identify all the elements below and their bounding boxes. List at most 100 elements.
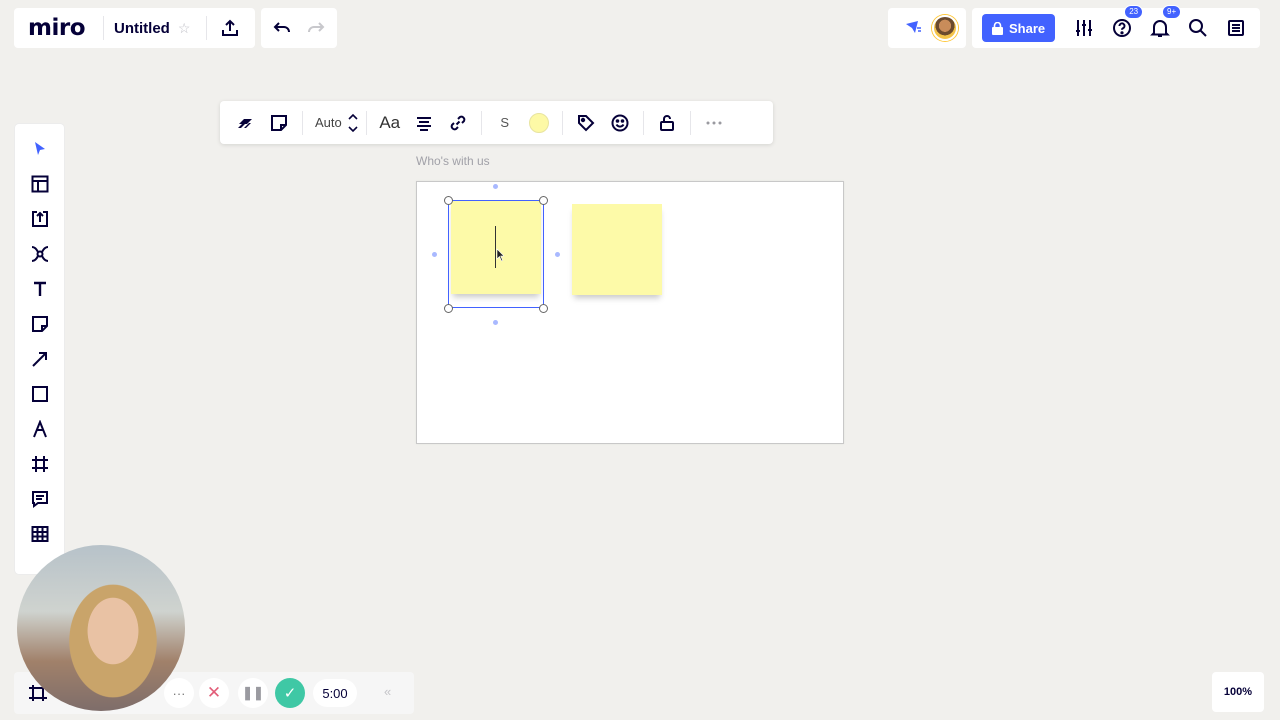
bring-everyone-button[interactable] [896, 11, 930, 45]
undo-redo-panel [261, 8, 337, 48]
board-menu-panel [1212, 8, 1260, 48]
toolbar-divider [561, 110, 563, 135]
connection-point[interactable] [493, 320, 498, 325]
zoom-level[interactable]: 100% [1212, 672, 1264, 712]
mouse-cursor-icon [496, 248, 504, 262]
cursor-follow-icon [906, 21, 921, 33]
lock-icon [992, 21, 1003, 35]
header-divider [103, 16, 104, 40]
undo-icon [273, 22, 290, 33]
document-list-icon [1228, 20, 1244, 36]
lock-icon [659, 114, 674, 131]
sticky-shape-button[interactable] [262, 106, 296, 140]
pen-icon [32, 420, 47, 438]
connector-tool[interactable] [20, 342, 60, 376]
miro-logo[interactable]: miro [28, 15, 86, 41]
font-size-button[interactable]: S [488, 115, 522, 130]
template-icon [31, 175, 48, 193]
frame-tool[interactable] [20, 447, 60, 481]
export-button[interactable] [213, 11, 247, 45]
actions-panel: Share 23 9+ [972, 5, 1226, 48]
board-title[interactable]: Untitled [114, 20, 170, 37]
connection-point[interactable] [555, 252, 560, 257]
toolbar-divider [302, 110, 303, 135]
color-swatch [528, 112, 549, 133]
align-button[interactable] [407, 106, 441, 140]
emoji-icon [611, 114, 629, 131]
lock-button[interactable] [650, 106, 684, 140]
collaborator-avatar[interactable] [932, 15, 958, 41]
table-tool[interactable] [20, 517, 60, 551]
color-button[interactable] [522, 106, 556, 140]
presenter-video [17, 545, 185, 711]
resize-handle[interactable] [539, 196, 548, 205]
mindmap-tool[interactable] [20, 237, 60, 271]
upload-tool[interactable] [20, 202, 60, 236]
mindmap-icon [31, 246, 48, 262]
timer-done-button[interactable]: ✓ [275, 678, 305, 708]
sticky-context-toolbar: Auto Aa S [220, 101, 773, 144]
stack-icon [238, 118, 252, 128]
switch-type-button[interactable] [228, 106, 262, 140]
redo-button[interactable] [299, 11, 333, 45]
resize-handle[interactable] [539, 304, 548, 313]
font-size-mode[interactable]: Auto [315, 115, 342, 130]
help-button[interactable]: 23 [1105, 5, 1144, 45]
toolbar-divider [365, 110, 367, 135]
header-divider [206, 16, 208, 40]
collaboration-panel [888, 8, 966, 48]
settings-button[interactable] [1067, 11, 1101, 45]
timer-cancel-button[interactable]: ✕ [199, 678, 229, 708]
select-tool[interactable] [20, 132, 60, 166]
arrow-icon [31, 352, 47, 367]
comment-tool[interactable] [20, 482, 60, 516]
notifications-badge: 9+ [1162, 5, 1182, 19]
sticky-note-tool[interactable] [20, 307, 60, 341]
upload-icon [222, 19, 239, 36]
resize-handle[interactable] [444, 196, 453, 205]
link-icon [450, 115, 466, 130]
more-icon [706, 121, 722, 124]
sticky-note[interactable] [572, 204, 662, 295]
square-icon [31, 386, 48, 402]
collapse-button[interactable]: « [384, 684, 391, 699]
pen-tool[interactable] [20, 412, 60, 446]
notifications-button[interactable]: 9+ [1143, 5, 1182, 45]
help-icon [1113, 19, 1132, 37]
table-icon [31, 526, 48, 542]
shape-tool[interactable] [20, 377, 60, 411]
share-label: Share [1009, 20, 1046, 36]
connection-point[interactable] [493, 184, 498, 189]
font-button[interactable]: Aa [373, 106, 407, 140]
toolbar-divider [480, 110, 482, 135]
reaction-button[interactable] [603, 106, 637, 140]
share-button[interactable]: Share [982, 14, 1056, 42]
font-label: Aa [379, 112, 401, 132]
bell-icon [1150, 20, 1171, 37]
upload-frame-icon [31, 211, 48, 227]
comment-icon [31, 491, 48, 508]
search-button[interactable] [1181, 11, 1215, 45]
resize-handle[interactable] [444, 304, 453, 313]
size-stepper-icon[interactable] [346, 111, 360, 135]
link-button[interactable] [441, 106, 475, 140]
search-icon [1189, 19, 1207, 37]
toolbar-divider [642, 110, 644, 135]
more-options-button[interactable] [697, 106, 731, 140]
tag-icon [577, 114, 595, 131]
frame-title[interactable]: Who's with us [416, 154, 490, 168]
templates-tool[interactable] [20, 167, 60, 201]
star-icon[interactable]: ☆ [178, 20, 191, 37]
tag-button[interactable] [569, 106, 603, 140]
text-tool[interactable] [20, 272, 60, 306]
timer-pause-button[interactable]: ❚❚ [238, 678, 268, 708]
timer-display: 5:00 [313, 679, 357, 707]
sliders-icon [1076, 20, 1093, 36]
connection-point[interactable] [432, 252, 437, 257]
text-icon [33, 281, 46, 296]
timer-more-button[interactable]: ··· [164, 678, 194, 708]
board-menu-button[interactable] [1219, 11, 1253, 45]
creation-toolbar [15, 124, 64, 574]
undo-button[interactable] [265, 11, 299, 45]
sticky-note-icon [271, 114, 287, 131]
